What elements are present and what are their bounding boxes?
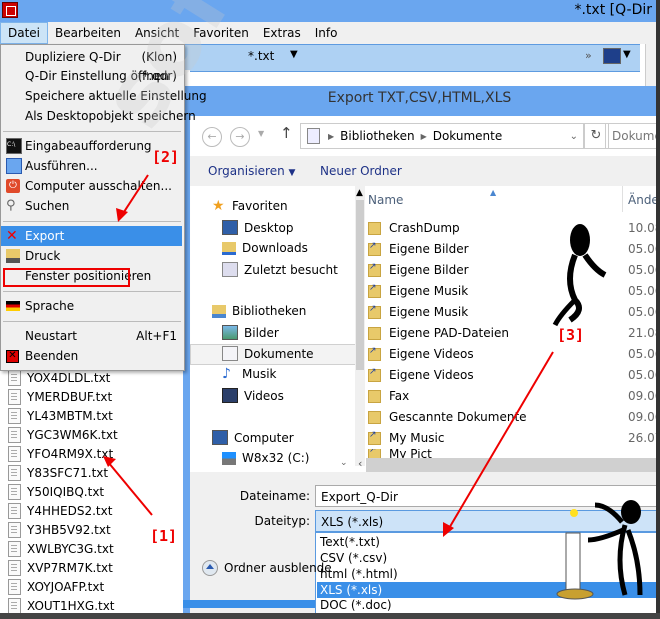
window-shadow-bottom xyxy=(0,613,660,619)
cartoon-figure-candle xyxy=(556,500,643,600)
window-shadow xyxy=(656,0,660,619)
annotation-3: [3] xyxy=(557,326,585,344)
arrow-1-head xyxy=(103,456,116,467)
annotation-2: [2] xyxy=(152,148,180,166)
annotation-1: [1] xyxy=(150,527,178,545)
arrow-1 xyxy=(107,461,153,516)
cartoon-figure-shaking xyxy=(552,224,607,327)
arrow-2 xyxy=(121,174,149,216)
arrow-3 xyxy=(447,351,554,531)
